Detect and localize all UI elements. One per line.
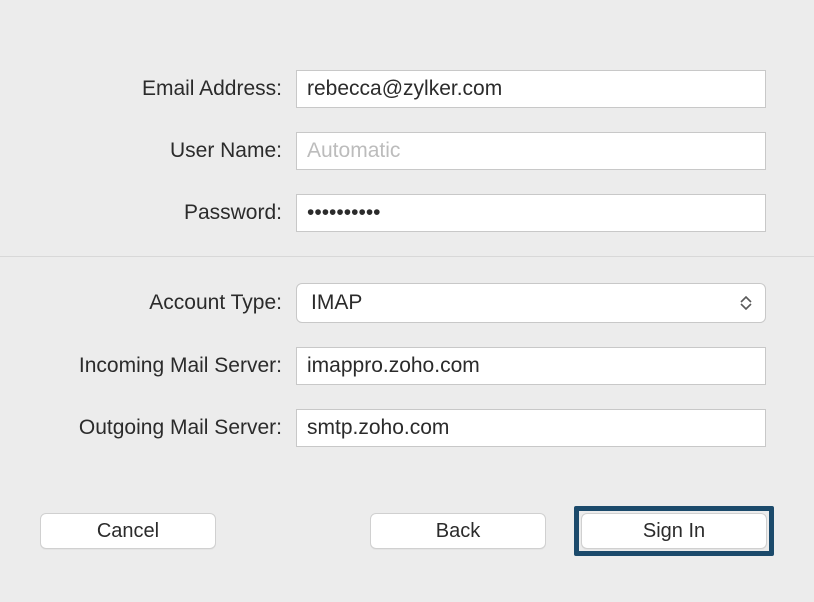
- incoming-label: Incoming Mail Server:: [24, 354, 296, 378]
- password-input[interactable]: [296, 194, 766, 232]
- credentials-section: Email Address: User Name: Password:: [0, 0, 814, 256]
- account-type-select[interactable]: IMAP: [296, 283, 766, 323]
- server-section: Account Type: IMAP Incoming Mail Server:…: [0, 257, 814, 447]
- username-row: User Name:: [0, 132, 814, 170]
- account-type-value: IMAP: [311, 291, 362, 315]
- password-label: Password:: [24, 201, 296, 225]
- outgoing-label: Outgoing Mail Server:: [24, 416, 296, 440]
- button-bar: Cancel Back Sign In: [0, 506, 814, 556]
- username-input[interactable]: [296, 132, 766, 170]
- sign-in-button[interactable]: Sign In: [581, 513, 767, 549]
- password-row: Password:: [0, 194, 814, 232]
- cancel-button[interactable]: Cancel: [40, 513, 216, 549]
- incoming-server-input[interactable]: [296, 347, 766, 385]
- incoming-row: Incoming Mail Server:: [0, 347, 814, 385]
- back-button[interactable]: Back: [370, 513, 546, 549]
- account-type-label: Account Type:: [24, 291, 296, 315]
- account-type-row: Account Type: IMAP: [0, 283, 814, 323]
- email-label: Email Address:: [24, 77, 296, 101]
- updown-arrows-icon: [739, 293, 753, 313]
- username-label: User Name:: [24, 139, 296, 163]
- primary-highlight: Sign In: [574, 506, 774, 556]
- outgoing-row: Outgoing Mail Server:: [0, 409, 814, 447]
- email-row: Email Address:: [0, 70, 814, 108]
- mail-account-dialog: Email Address: User Name: Password: Acco…: [0, 0, 814, 602]
- email-input[interactable]: [296, 70, 766, 108]
- outgoing-server-input[interactable]: [296, 409, 766, 447]
